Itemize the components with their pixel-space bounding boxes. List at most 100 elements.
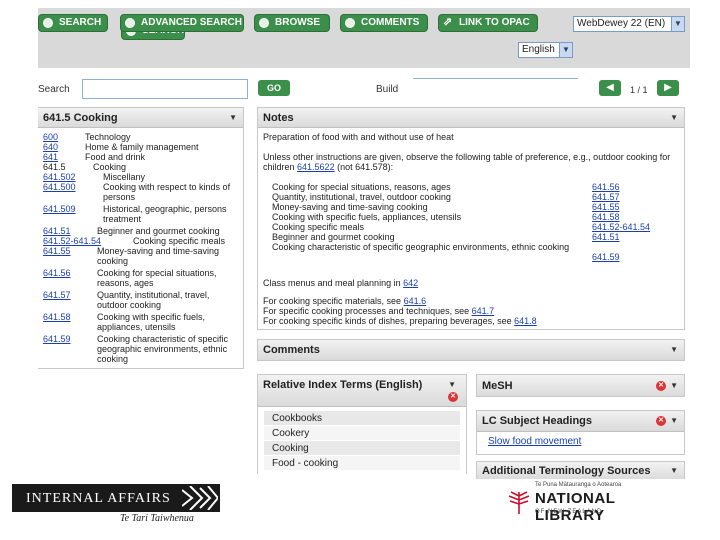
preference-row-text: Cooking characteristic of specific geogr… [272,242,570,252]
hierarchy-caption: Cooking for special situations, reasons,… [97,268,217,288]
build-label: Build [376,84,399,95]
relative-index-title: Relative Index Terms (English) [263,379,423,391]
close-icon[interactable]: ✕ [656,381,666,391]
lcsh-header: LC Subject Headings ✕ ▼ [477,411,684,432]
preference-row-text: Cooking for special situations, reasons,… [272,182,451,192]
nav-advanced-search-button[interactable]: ADVANCED SEARCH [120,14,244,32]
comments-title: Comments [263,344,320,356]
notes-header: Notes ▼ [258,108,684,128]
close-icon[interactable]: ✕ [448,392,458,402]
notes-see-also: For specific cooking processes and techn… [263,306,495,316]
preference-row-link[interactable]: 641.51 [592,232,620,242]
nav-search-button[interactable]: SEARCH [38,14,108,32]
nav-comments-button[interactable]: COMMENTS [340,14,428,32]
hierarchy-number[interactable]: 641.500 [43,182,103,192]
go-button[interactable]: GO [258,80,290,96]
lcsh-title: LC Subject Headings [482,415,593,427]
notes-link[interactable]: 642 [403,278,418,288]
comments-panel: Comments ▼ [257,339,685,361]
notes-title: Notes [263,112,294,124]
hierarchy-caption: Beginner and gourmet cooking [97,226,220,236]
language-select[interactable]: English ▼ [518,42,573,58]
hierarchy-number[interactable]: 641.52-641.54 [43,236,133,246]
nav-browse-button[interactable]: BROWSE [254,14,330,32]
notes-definition: Preparation of food with and without use… [263,132,454,142]
notes-menus: Class menus and meal planning in 642 [263,278,419,288]
notes-instruction: Unless other instructions are given, obs… [263,152,671,172]
hierarchy-number[interactable]: 641.57 [43,290,103,300]
hierarchy-panel: 641.5 Cooking ▼ 600 Technology 640 Home & f… [38,107,244,369]
edition-select[interactable]: WebDewey 22 (EN) ▼ [573,16,685,32]
hierarchy-title: 641.5 Cooking [43,112,118,124]
relative-index-term[interactable]: Cookbooks [264,411,460,426]
lcsh-link[interactable]: Slow food movement [477,432,684,447]
internal-affairs-logo: INTERNAL AFFAIRS Te Tari Taiwhenua [12,484,220,524]
chevron-down-icon[interactable]: ▼ [229,108,237,128]
circle-icon [43,18,53,28]
hierarchy-header: 641.5 Cooking ▼ [38,108,243,128]
preference-row-text: Money-saving and time-saving cooking [272,202,428,212]
chevron-down-icon[interactable]: ▼ [670,108,678,128]
chevron-down-icon: ▼ [671,17,684,31]
search-input[interactable] [82,79,248,99]
hierarchy-caption: Home & family management [85,142,199,152]
hierarchy-caption: Quantity, institutional, travel, outdoor… [97,290,210,310]
chevron-down-icon[interactable]: ▼ [670,340,678,360]
hierarchy-number[interactable]: 641.55 [43,246,103,256]
close-icon[interactable]: ✕ [656,416,666,426]
previous-page-button[interactable]: ◀ [599,80,621,96]
additional-terminology-title: Additional Terminology Sources [482,465,651,477]
additional-terminology-header: Additional Terminology Sources ▼ [477,462,684,479]
internal-affairs-maori: Te Tari Taiwhenua [120,513,194,524]
chevron-down-icon[interactable]: ▼ [670,462,678,479]
hierarchy-number[interactable]: 641.509 [43,204,103,214]
internal-affairs-name: INTERNAL AFFAIRS [26,491,171,506]
chevron-down-icon[interactable]: ▼ [670,411,678,431]
hierarchy-caption: Cooking specific meals [133,236,226,246]
notes-link[interactable]: 641.8 [514,316,537,326]
hierarchy-number[interactable]: 641.502 [43,172,103,182]
circle-icon [259,18,269,28]
relative-index-term[interactable]: Cookery [264,426,460,441]
mesh-header: MeSH ✕ ▼ [477,375,684,396]
hierarchy-number[interactable]: 641.56 [43,268,103,278]
hierarchy-caption: Technology [85,132,131,142]
notes-link[interactable]: 641.6 [404,296,427,306]
preference-row-text: Cooking with specific fuels, appliances,… [272,212,462,222]
notes-panel: Notes ▼ Preparation of food with and with… [257,107,685,330]
notes-link[interactable]: 641.5622 [297,162,335,172]
next-page-button[interactable]: ▶ [657,80,679,96]
chevron-down-icon[interactable]: ▼ [670,375,678,396]
preference-row-link[interactable]: 641.55 [592,202,620,212]
hierarchy-current-caption: Cooking [93,162,127,172]
fern-icon [508,491,530,514]
preference-row-link[interactable]: 641.58 [592,212,620,222]
hierarchy-number[interactable]: 641.59 [43,334,103,344]
weave-pattern-icon [182,486,218,510]
preference-row-link[interactable]: 641.56 [592,182,620,192]
relative-index-term[interactable]: Cooking [264,441,460,456]
external-link-icon: ⇗ [443,16,453,28]
comments-header: Comments ▼ [258,340,684,360]
preference-row-link[interactable]: 641.57 [592,192,620,202]
build-field[interactable] [413,78,578,79]
relative-index-header: Relative Index Terms (English) ▼ ✕ [258,375,466,407]
notes-link[interactable]: 641.7 [472,306,495,316]
hierarchy-caption: Food and drink [85,152,146,162]
nav-link-to-opac-button[interactable]: ⇗ LINK TO OPAC [438,14,538,32]
circle-icon [125,18,135,28]
preference-row-link[interactable]: 641.59 [592,252,620,262]
hierarchy-caption: Cooking characteristic of specific geogr… [97,334,229,364]
preference-row-text: Beginner and gourmet cooking [272,232,395,242]
notes-see-also: For cooking specific kinds of dishes, pr… [263,316,537,326]
national-library-logo: Te Puna Mātauranga o Aotearoa NATIONAL L… [505,482,675,524]
hierarchy-number[interactable]: 641.51 [43,226,103,236]
mesh-panel: MeSH ✕ ▼ [476,374,685,397]
page-indicator: 1 / 1 [630,85,648,95]
relative-index-list: Cookbooks Cookery Cooking Food - cooking [258,407,466,471]
circle-icon [345,18,355,28]
chevron-down-icon: ▼ [559,43,572,57]
relative-index-term[interactable]: Food - cooking [264,456,460,471]
preference-row-link[interactable]: 641.52-641.54 [592,222,650,232]
hierarchy-number[interactable]: 641.58 [43,312,103,322]
